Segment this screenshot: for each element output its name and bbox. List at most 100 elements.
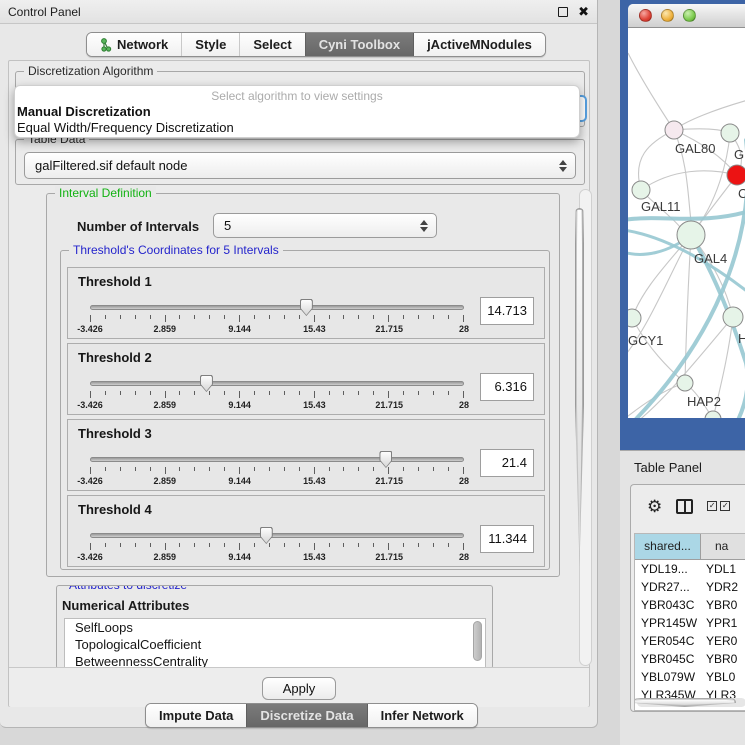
tab-network[interactable]: Network: [87, 33, 181, 56]
network-canvas[interactable]: GAL80GGAL11CGAL4GCY1HHAP2: [628, 28, 745, 418]
node-attribute-table: shared... na YDL19...YDL1YDR27...YDR2YBR…: [634, 533, 745, 711]
table-row[interactable]: YPR145WYPR1: [635, 614, 745, 632]
network-node[interactable]: [705, 411, 721, 418]
threshold-panel: Threshold 4-3.4262.8599.14415.4321.71528…: [67, 495, 545, 567]
checkbox-icon[interactable]: ✓: [707, 501, 717, 511]
network-edge[interactable]: [628, 53, 674, 130]
tab-label: Select: [253, 37, 291, 52]
network-node-label: GAL4: [694, 251, 727, 266]
cell-shared-name: YBR043C: [635, 596, 701, 614]
slider-thumb[interactable]: [379, 451, 392, 468]
control-panel-tabbar: NetworkStyle Select Cyni ToolboxjActiveMNo…: [86, 32, 546, 57]
threshold-slider[interactable]: -3.4262.8599.14415.4321.71528: [90, 525, 464, 569]
attribute-list-item[interactable]: TopologicalCoefficient: [65, 636, 485, 653]
threshold-value-field[interactable]: 14.713: [480, 297, 534, 325]
table-data-combobox[interactable]: galFiltered.sif default node: [24, 152, 576, 179]
tab-cyni-toolbox[interactable]: Cyni Toolbox: [305, 33, 413, 56]
split-columns-icon[interactable]: [676, 499, 693, 514]
table-row[interactable]: YBR045CYBR0: [635, 650, 745, 668]
tick-label: 9.144: [228, 552, 251, 562]
dropdown-option[interactable]: Equal Width/Frequency Discretization: [15, 120, 579, 136]
slider-thumb[interactable]: [200, 375, 213, 392]
cell-shared-name: YDR27...: [635, 578, 701, 596]
threshold-row: -3.4262.8599.14415.4321.71528 21.4: [78, 449, 534, 493]
number-of-intervals-label: Number of Intervals: [77, 219, 199, 234]
tab-jactivemnodules[interactable]: jActiveMNodules: [413, 33, 545, 56]
close-icon[interactable]: ✖: [578, 5, 589, 18]
table-row[interactable]: YDL19...YDL1: [635, 560, 745, 578]
slider-thumb[interactable]: [300, 299, 313, 316]
slider-track[interactable]: [90, 533, 464, 538]
zoom-traffic-light-icon[interactable]: [683, 9, 696, 22]
gear-icon[interactable]: ⚙: [647, 498, 662, 515]
network-node[interactable]: [677, 375, 693, 391]
attributes-list-scrollbar[interactable]: [473, 621, 482, 661]
number-of-intervals-combobox[interactable]: 5: [213, 213, 437, 238]
column-header-shared-name[interactable]: shared...: [635, 534, 701, 559]
number-of-intervals-value: 5: [224, 218, 231, 233]
network-node-label: H: [738, 331, 745, 346]
table-horizontal-scrollbar-thumb[interactable]: [634, 698, 736, 707]
tick-label: 9.144: [228, 476, 251, 486]
slider-track[interactable]: [90, 381, 464, 386]
network-node[interactable]: [628, 309, 641, 327]
slider-thumb[interactable]: [260, 527, 273, 544]
cell-name: YBR0: [701, 596, 745, 614]
table-panel-title: Table Panel: [634, 460, 702, 475]
network-node[interactable]: [727, 165, 745, 185]
table-row[interactable]: YBR043CYBR0: [635, 596, 745, 614]
network-node[interactable]: [723, 307, 743, 327]
tick-label: 21.715: [375, 476, 403, 486]
table-row[interactable]: YLR345WYLR3: [635, 686, 745, 698]
tab-impute-data[interactable]: Impute Data: [146, 704, 246, 727]
threshold-slider[interactable]: -3.4262.8599.14415.4321.71528: [90, 297, 464, 341]
cell-shared-name: YBL079W: [635, 668, 701, 686]
float-window-icon[interactable]: [558, 7, 568, 17]
tab-discretize-data[interactable]: Discretize Data: [246, 704, 366, 727]
combo-arrows-icon: [559, 160, 567, 172]
table-row[interactable]: YDR27...YDR2: [635, 578, 745, 596]
table-horizontal-scrollbar[interactable]: [637, 698, 745, 707]
table-row[interactable]: YER054CYER0: [635, 632, 745, 650]
apply-strip: Apply: [9, 667, 589, 707]
tick-label: 21.715: [375, 324, 403, 334]
network-edge[interactable]: [628, 383, 685, 418]
slider-track[interactable]: [90, 305, 464, 310]
column-header-name[interactable]: na: [701, 534, 745, 559]
network-edge-highlighted[interactable]: [636, 140, 745, 418]
threshold-label: Threshold 2: [78, 350, 534, 365]
threshold-panel: Threshold 1-3.4262.8599.14415.4321.71528…: [67, 267, 545, 339]
threshold-value-field[interactable]: 21.4: [480, 449, 534, 477]
slider-track[interactable]: [90, 457, 464, 462]
threshold-value-field[interactable]: 11.344: [480, 525, 534, 553]
attributes-group: Attributes to discretize Numerical Attri…: [56, 585, 493, 669]
network-node-label: C: [738, 186, 745, 201]
numerical-attributes-list[interactable]: SelfLoopsTopologicalCoefficientBetweenne…: [64, 618, 486, 669]
threshold-slider[interactable]: -3.4262.8599.14415.4321.71528: [90, 449, 464, 493]
network-node[interactable]: [632, 181, 650, 199]
checkbox-icon[interactable]: ✓: [720, 501, 730, 511]
network-node-label: GAL11: [641, 199, 681, 214]
attribute-list-item[interactable]: SelfLoops: [65, 619, 485, 636]
network-edge[interactable]: [632, 235, 691, 318]
select-columns-icons[interactable]: ✓ ✓: [707, 501, 730, 511]
threshold-slider[interactable]: -3.4262.8599.14415.4321.71528: [90, 373, 464, 417]
network-node[interactable]: [677, 221, 705, 249]
tick-label: 2.859: [154, 552, 177, 562]
network-node[interactable]: [721, 124, 739, 142]
minimize-traffic-light-icon[interactable]: [661, 9, 674, 22]
tab-select[interactable]: Select: [239, 33, 304, 56]
panel-scrollbar[interactable]: [579, 189, 592, 666]
close-traffic-light-icon[interactable]: [639, 9, 652, 22]
tab-style[interactable]: Style: [181, 33, 239, 56]
threshold-panel: Threshold 2 -3.4262.8599.14415.4321.71528…: [67, 343, 545, 415]
dropdown-option[interactable]: Manual Discretization: [15, 104, 579, 120]
threshold-value-field[interactable]: 6.316: [480, 373, 534, 401]
cell-shared-name: YPR145W: [635, 614, 701, 632]
apply-button[interactable]: Apply: [262, 677, 336, 700]
tick-label: 9.144: [228, 324, 251, 334]
network-node[interactable]: [665, 121, 683, 139]
tab-infer-network[interactable]: Infer Network: [367, 704, 477, 727]
panel-scrollbar-thumb[interactable]: [575, 208, 584, 566]
table-row[interactable]: YBL079WYBL0: [635, 668, 745, 686]
